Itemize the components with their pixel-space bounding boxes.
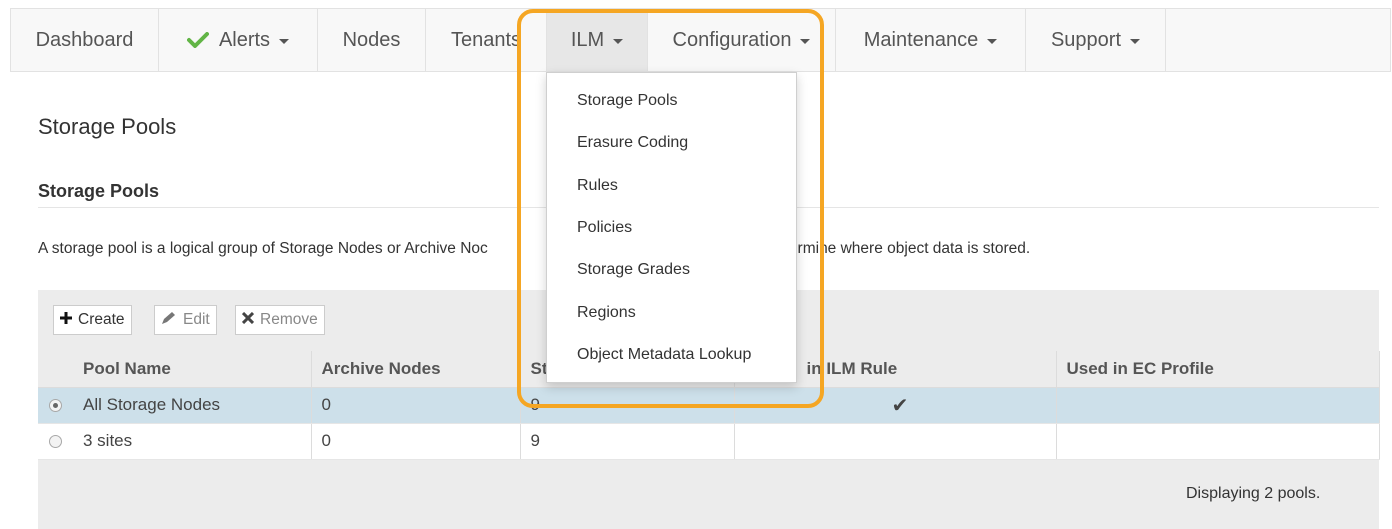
storage-nodes-cell: 9 xyxy=(520,387,735,424)
table-row[interactable]: 3 sites 0 9 xyxy=(38,423,1380,460)
column-header-used-in-ec-profile[interactable]: Used in EC Profile xyxy=(1056,351,1380,388)
plus-icon xyxy=(60,311,72,329)
nav-support-label: Support xyxy=(1050,28,1122,51)
description: A storage pool is a logical group of Sto… xyxy=(38,240,1030,258)
archive-nodes-cell: 0 xyxy=(311,387,521,424)
column-header-pool-name[interactable]: Pool Name xyxy=(73,351,312,388)
edit-button[interactable]: Edit xyxy=(154,305,217,335)
nav-dashboard[interactable]: Dashboard xyxy=(11,9,159,71)
create-button[interactable]: Create xyxy=(53,305,132,335)
description-left: A storage pool is a logical group of Sto… xyxy=(38,240,488,257)
create-button-label: Create xyxy=(78,311,125,328)
pencil-icon xyxy=(161,311,177,330)
nav-tenants[interactable]: Tenants xyxy=(426,9,547,71)
menu-item-rules[interactable]: Rules xyxy=(577,177,618,195)
menu-item-storage-grades[interactable]: Storage Grades xyxy=(577,261,690,279)
menu-item-policies[interactable]: Policies xyxy=(577,219,632,237)
remove-button-label: Remove xyxy=(260,311,318,328)
pool-name-cell: 3 sites xyxy=(73,423,312,460)
radio-button[interactable] xyxy=(49,398,62,412)
chevron-down-icon xyxy=(987,38,998,44)
section-heading: Storage Pools xyxy=(38,181,160,201)
nav-dashboard-label: Dashboard xyxy=(35,28,134,51)
column-header-archive-nodes[interactable]: Archive Nodes xyxy=(311,351,521,388)
nav-alerts[interactable]: Alerts xyxy=(159,9,318,71)
nav-alerts-label: Alerts xyxy=(218,28,271,51)
chevron-down-icon xyxy=(800,38,811,44)
radio-button[interactable] xyxy=(49,434,62,448)
row-select-cell[interactable] xyxy=(38,423,73,460)
pagination-summary: Displaying 2 pools. xyxy=(1186,485,1321,502)
nav-tenants-label: Tenants xyxy=(450,28,522,51)
page-title: Storage Pools xyxy=(38,114,177,139)
chevron-down-icon xyxy=(279,38,290,44)
edit-button-label: Edit xyxy=(183,311,210,328)
nav-ilm[interactable]: ILM xyxy=(547,9,648,71)
nav-maintenance-label: Maintenance xyxy=(863,28,979,51)
description-right: etermine where object data is stored. xyxy=(776,240,1031,257)
row-select-cell[interactable] xyxy=(38,387,73,424)
used-in-ilm-rule-cell xyxy=(734,423,1057,460)
storage-nodes-cell: 9 xyxy=(520,423,735,460)
table-row[interactable]: All Storage Nodes 0 9 ✔ xyxy=(38,387,1380,424)
menu-item-object-metadata-lookup[interactable]: Object Metadata Lookup xyxy=(577,346,751,364)
select-column-header xyxy=(38,351,73,388)
close-icon xyxy=(241,311,255,329)
menu-item-regions[interactable]: Regions xyxy=(577,304,636,322)
archive-nodes-cell: 0 xyxy=(311,423,521,460)
nav-maintenance[interactable]: Maintenance xyxy=(836,9,1026,71)
used-in-ilm-rule-cell: ✔ xyxy=(734,387,1057,424)
top-navigation: Dashboard Alerts Nodes Tenants ILM Confi… xyxy=(10,8,1391,72)
chevron-down-icon xyxy=(613,38,624,44)
nav-nodes[interactable]: Nodes xyxy=(318,9,426,71)
menu-item-erasure-coding[interactable]: Erasure Coding xyxy=(577,134,688,152)
nav-configuration[interactable]: Configuration xyxy=(648,9,836,71)
checkmark-icon: ✔ xyxy=(891,394,909,417)
remove-button[interactable]: Remove xyxy=(235,305,325,335)
pool-name-cell: All Storage Nodes xyxy=(73,387,312,424)
chevron-down-icon xyxy=(1130,38,1141,44)
nav-configuration-label: Configuration xyxy=(672,28,792,51)
ilm-dropdown-menu: Storage Pools Erasure Coding Rules Polic… xyxy=(546,72,797,383)
used-in-ec-profile-cell xyxy=(1056,387,1380,424)
nav-support[interactable]: Support xyxy=(1026,9,1166,71)
check-icon xyxy=(186,32,209,48)
nav-nodes-label: Nodes xyxy=(342,28,401,51)
menu-item-storage-pools[interactable]: Storage Pools xyxy=(577,92,678,110)
used-in-ec-profile-cell xyxy=(1056,423,1380,460)
nav-ilm-label: ILM xyxy=(570,28,605,51)
